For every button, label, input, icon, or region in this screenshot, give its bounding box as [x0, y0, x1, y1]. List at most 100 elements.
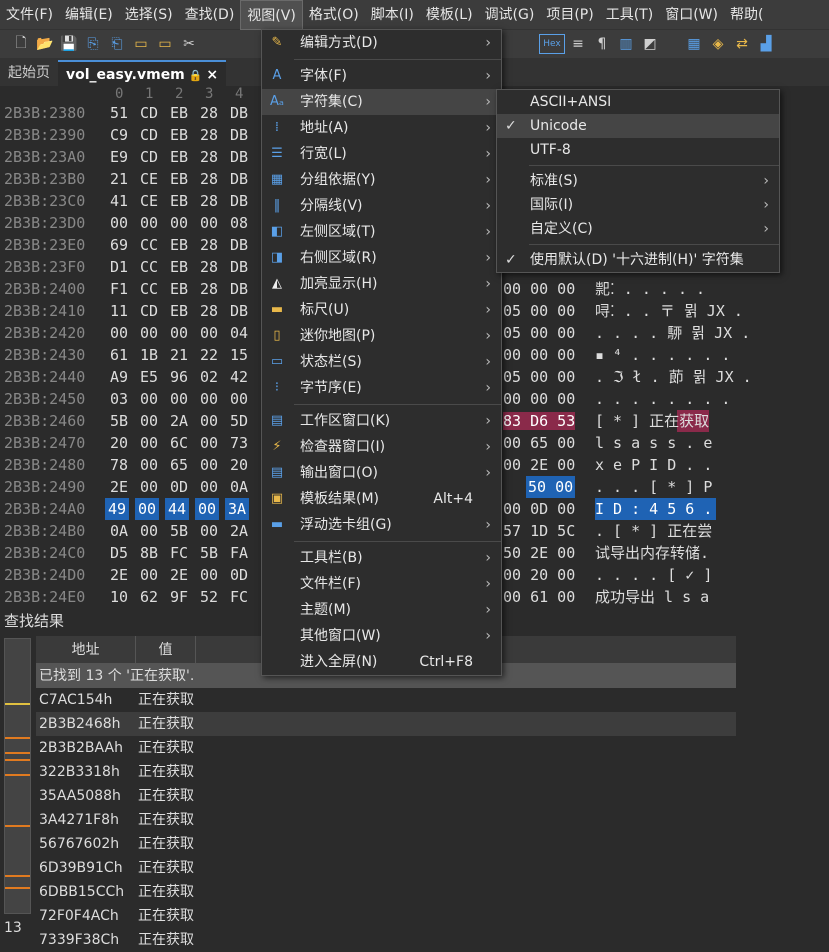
menu-help[interactable]: 帮助(: [724, 0, 769, 30]
menu-find[interactable]: 查找(D): [179, 0, 241, 30]
ascii-text[interactable]: [ * ] 正在获取: [595, 410, 710, 432]
view-item-4[interactable]: ⁞ 地址(A) ›: [262, 115, 501, 141]
tab-start-page[interactable]: 起始页: [0, 60, 58, 86]
hex-bytes-right[interactable]: 00 00 00: [503, 344, 575, 366]
hex-byte[interactable]: CE: [140, 190, 158, 212]
menu-template[interactable]: 模板(L): [420, 0, 479, 30]
hex-byte[interactable]: CC: [140, 278, 158, 300]
hex-byte[interactable]: 2E: [110, 476, 128, 498]
hex-byte[interactable]: EB: [170, 102, 188, 124]
hex-byte[interactable]: E5: [140, 366, 158, 388]
hex-byte[interactable]: 00: [140, 454, 158, 476]
hex-byte[interactable]: 00: [170, 388, 188, 410]
cut-icon[interactable]: ✂: [178, 34, 200, 54]
hex-byte[interactable]: EB: [170, 168, 188, 190]
hex-byte[interactable]: 28: [200, 278, 218, 300]
hex-byte[interactable]: 5B: [110, 410, 128, 432]
table-row[interactable]: 72F0F4ACh 正在获取: [36, 904, 736, 928]
hex-bytes-right[interactable]: 00 0D 00: [503, 498, 575, 520]
hex-byte[interactable]: 5D: [230, 410, 248, 432]
hex-byte[interactable]: 1B: [140, 344, 158, 366]
hex-byte[interactable]: 62: [140, 586, 158, 606]
hex-byte[interactable]: DB: [230, 102, 248, 124]
ascii-text[interactable]: 䄐⁚ . . . . .: [595, 278, 705, 300]
view-item-25[interactable]: 其他窗口(W) ›: [262, 623, 501, 649]
menu-format[interactable]: 格式(O): [303, 0, 365, 30]
swap-icon[interactable]: ⇄: [731, 34, 753, 54]
hex-byte[interactable]: 52: [200, 586, 218, 606]
hex-byte[interactable]: DB: [230, 256, 248, 278]
hex-byte[interactable]: 41: [110, 190, 128, 212]
view-item-6[interactable]: ▦ 分组依据(Y) ›: [262, 167, 501, 193]
view-item-14[interactable]: ⁝ 字节序(E) ›: [262, 375, 501, 401]
ascii-text[interactable]: 成功导出 l s a: [595, 586, 709, 606]
hex-byte[interactable]: 9F: [170, 586, 188, 606]
table-row[interactable]: 56767602h 正在获取: [36, 832, 736, 856]
ascii-text[interactable]: 㖊⁚ . . 〒 뮑 JX .: [595, 300, 743, 322]
ascii-text[interactable]: x e P I D . .: [595, 454, 712, 476]
hex-byte[interactable]: DB: [230, 300, 248, 322]
hex-byte[interactable]: F1: [110, 278, 128, 300]
hex-bytes-right[interactable]: 00 2E 00: [503, 454, 575, 476]
view-item-12[interactable]: ▯ 迷你地图(P) ›: [262, 323, 501, 349]
table-row[interactable]: 322B3318h 正在获取: [36, 760, 736, 784]
hex-byte[interactable]: 2A: [230, 520, 248, 542]
hex-bytes-right[interactable]: 83 D6 53: [503, 410, 576, 432]
hex-byte[interactable]: CD: [140, 102, 158, 124]
ascii-text[interactable]: . . . [ * ] P: [595, 476, 713, 498]
hex-bytes-right[interactable]: 57 1D 5C: [503, 520, 575, 542]
hex-byte[interactable]: C9: [110, 124, 128, 146]
hex-byte[interactable]: CD: [140, 146, 158, 168]
hex-byte[interactable]: 51: [110, 102, 128, 124]
hex-byte[interactable]: FA: [230, 542, 248, 564]
hex-byte[interactable]: 0A: [110, 520, 128, 542]
hex-byte[interactable]: 5B: [170, 520, 188, 542]
hex-byte[interactable]: 61: [110, 344, 128, 366]
hex-byte[interactable]: EB: [170, 300, 188, 322]
hex-byte[interactable]: 03: [110, 388, 128, 410]
close-tab-button[interactable]: ×: [206, 67, 218, 83]
hex-byte[interactable]: 0A: [230, 476, 248, 498]
hex-byte[interactable]: 00: [170, 322, 188, 344]
results-scroll-map[interactable]: [4, 638, 31, 914]
view-item-13[interactable]: ▭ 状态栏(S) ›: [262, 349, 501, 375]
new-file-icon[interactable]: 🗋: [10, 34, 32, 54]
hex-byte[interactable]: 02: [200, 366, 218, 388]
menu-script[interactable]: 脚本(I): [365, 0, 420, 30]
hex-byte[interactable]: EB: [170, 124, 188, 146]
ascii-text[interactable]: ▪ ⁴ . . . . . .: [595, 344, 730, 366]
hex-byte[interactable]: 28: [200, 146, 218, 168]
hex-byte[interactable]: 2E: [170, 564, 188, 586]
view-item-22[interactable]: 工具栏(B) ›: [262, 545, 501, 571]
hex-byte[interactable]: 21: [110, 168, 128, 190]
hex-byte[interactable]: 00: [110, 212, 128, 234]
hex-byte[interactable]: 00: [200, 212, 218, 234]
hex-byte[interactable]: 28: [200, 168, 218, 190]
menu-debug[interactable]: 调试(G): [479, 0, 541, 30]
hex-byte[interactable]: 2A: [170, 410, 188, 432]
charset-item-4[interactable]: 标准(S) ›: [497, 169, 779, 193]
hex-byte[interactable]: 00: [200, 454, 218, 476]
menu-project[interactable]: 项目(P): [540, 0, 599, 30]
hex-bytes-right[interactable]: 05 00 00: [503, 366, 575, 388]
menu-window[interactable]: 窗口(W): [659, 0, 724, 30]
open-folder-icon[interactable]: 📂: [34, 34, 56, 54]
view-item-0[interactable]: ✎ 编辑方式(D) ›: [262, 30, 501, 56]
hex-byte[interactable]: 49: [105, 498, 130, 520]
hex-byte[interactable]: 0D: [170, 476, 188, 498]
hex-byte[interactable]: 00: [140, 388, 158, 410]
hex-byte[interactable]: 00: [200, 476, 218, 498]
hex-bytes-right[interactable]: 00 00 00: [503, 388, 575, 410]
table-row[interactable]: 7339F38Ch 正在获取: [36, 928, 736, 952]
hex-bytes-right[interactable]: 05 00 00: [503, 322, 575, 344]
hex-byte[interactable]: 15: [230, 344, 248, 366]
table-row[interactable]: 3A4271F8h 正在获取: [36, 808, 736, 832]
col-header-value[interactable]: 值: [136, 636, 196, 664]
hex-byte[interactable]: FC: [170, 542, 188, 564]
hex-byte[interactable]: 00: [200, 410, 218, 432]
hex-byte[interactable]: 20: [230, 454, 248, 476]
hex-byte[interactable]: 28: [200, 256, 218, 278]
hex-byte[interactable]: CC: [140, 234, 158, 256]
view-item-24[interactable]: 主题(M) ›: [262, 597, 501, 623]
tab-vol-easy[interactable]: vol_easy.vmem 🔒 ×: [58, 60, 227, 86]
